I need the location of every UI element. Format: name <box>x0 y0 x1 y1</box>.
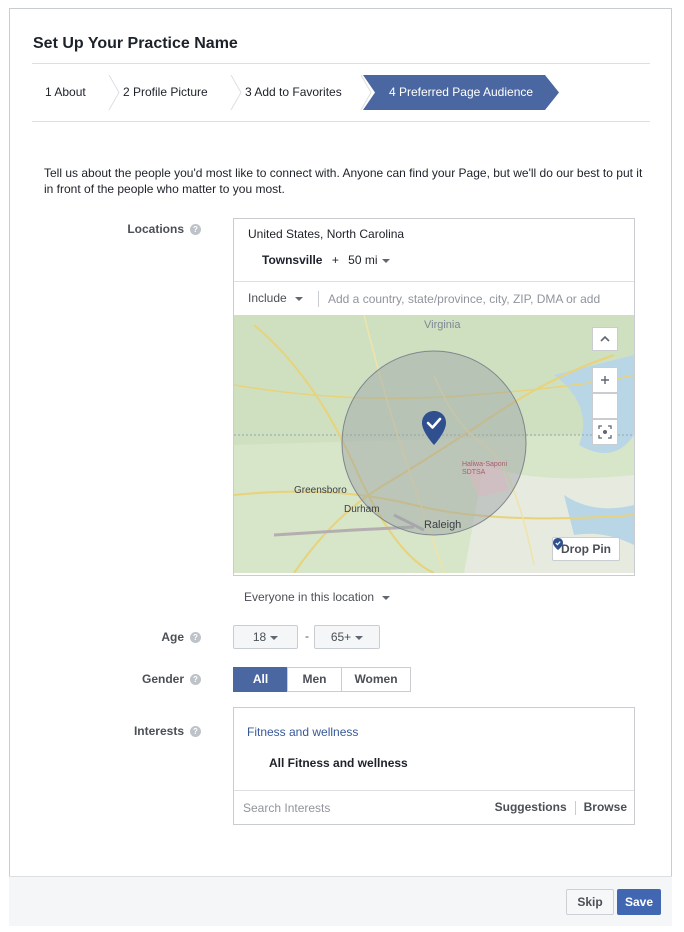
map-zoom-out-button[interactable] <box>592 393 618 419</box>
interests-label: Interests? <box>101 724 201 738</box>
dialog-footer: Skip Save <box>9 876 672 926</box>
interest-category-link[interactable]: Fitness and wellness <box>247 725 358 739</box>
plus-icon <box>601 376 609 384</box>
step-about[interactable]: 1 About <box>45 75 86 110</box>
save-button[interactable]: Save <box>617 889 661 915</box>
step-progress: 1 About 2 Profile Picture 3 Add to Favor… <box>33 75 553 110</box>
pin-icon <box>553 538 563 550</box>
map-label-durham: Durham <box>344 504 380 515</box>
location-region: United States, North Carolina <box>248 227 405 241</box>
chevron-down-icon <box>382 595 391 600</box>
location-city-row: Townsville + 50 mi <box>262 253 390 267</box>
age-min-select[interactable]: 18 <box>233 625 298 649</box>
interest-item: All Fitness and wellness <box>269 756 408 770</box>
map-zoom-in-button[interactable] <box>592 367 618 393</box>
age-label: Age? <box>101 630 201 644</box>
radius-dropdown[interactable]: 50 mi <box>348 253 390 267</box>
dialog-title: Set Up Your Practice Name <box>33 35 238 52</box>
step-chevron-icon <box>230 75 242 110</box>
chevron-down-icon <box>355 635 364 640</box>
location-map[interactable]: Virginia Greensboro Durham Raleigh Haliw… <box>234 315 634 573</box>
map-recenter-button[interactable] <box>592 419 618 445</box>
location-city: Townsville <box>262 253 323 267</box>
locations-box: United States, North Carolina Townsville… <box>233 218 635 576</box>
locations-label: Locations? <box>101 222 201 236</box>
include-row: Include <box>234 281 634 315</box>
minus-icon <box>601 405 609 407</box>
interests-actions: Suggestions Browse <box>495 800 627 815</box>
age-separator: - <box>305 629 309 643</box>
gender-all-button[interactable]: All <box>233 667 288 692</box>
step-preferred-page-audience[interactable]: 4 Preferred Page Audience <box>363 75 559 110</box>
chevron-down-icon <box>381 258 390 263</box>
step-add-to-favorites[interactable]: 3 Add to Favorites <box>245 75 342 110</box>
recenter-icon <box>598 425 612 439</box>
help-icon[interactable]: ? <box>190 674 201 686</box>
map-label-greensboro: Greensboro <box>294 485 347 496</box>
radius-prefix: + <box>331 253 339 267</box>
chevron-up-icon <box>600 335 610 342</box>
chevron-down-icon <box>294 296 303 301</box>
drop-pin-button[interactable]: Drop Pin <box>552 537 620 561</box>
location-audience-dropdown[interactable]: Everyone in this location <box>244 590 391 604</box>
footer-bar: Skip Save <box>9 876 672 926</box>
chevron-down-icon <box>270 635 279 640</box>
map-label-haliwa: Haliwa-Saponi SDTSA <box>462 461 508 476</box>
browse-link[interactable]: Browse <box>584 800 627 814</box>
map-label-raleigh: Raleigh <box>424 519 462 531</box>
gender-men-button[interactable]: Men <box>287 667 342 692</box>
help-icon[interactable]: ? <box>190 224 201 236</box>
interests-box: Fitness and wellness All Fitness and wel… <box>233 707 635 825</box>
step-chevron-icon <box>108 75 120 110</box>
suggestions-link[interactable]: Suggestions <box>495 800 567 814</box>
include-dropdown[interactable]: Include <box>248 291 303 305</box>
links-divider <box>574 800 576 815</box>
help-icon[interactable]: ? <box>190 632 201 644</box>
steps-divider <box>32 121 650 122</box>
map-collapse-button[interactable] <box>592 327 618 351</box>
map-label-virginia: Virginia <box>424 319 461 331</box>
skip-button[interactable]: Skip <box>566 889 614 915</box>
location-pin-icon[interactable] <box>421 410 447 446</box>
interests-search-input[interactable] <box>243 797 443 819</box>
intro-text: Tell us about the people you'd most like… <box>44 166 643 196</box>
help-icon[interactable]: ? <box>190 726 201 738</box>
interests-search-row: Suggestions Browse <box>234 790 634 824</box>
age-max-select[interactable]: 65+ <box>314 625 380 649</box>
step-profile-picture[interactable]: 2 Profile Picture <box>123 75 208 110</box>
include-divider <box>318 291 319 307</box>
gender-women-button[interactable]: Women <box>341 667 411 692</box>
location-search-input[interactable] <box>328 288 628 310</box>
title-divider <box>32 63 650 64</box>
gender-label: Gender? <box>101 672 201 686</box>
